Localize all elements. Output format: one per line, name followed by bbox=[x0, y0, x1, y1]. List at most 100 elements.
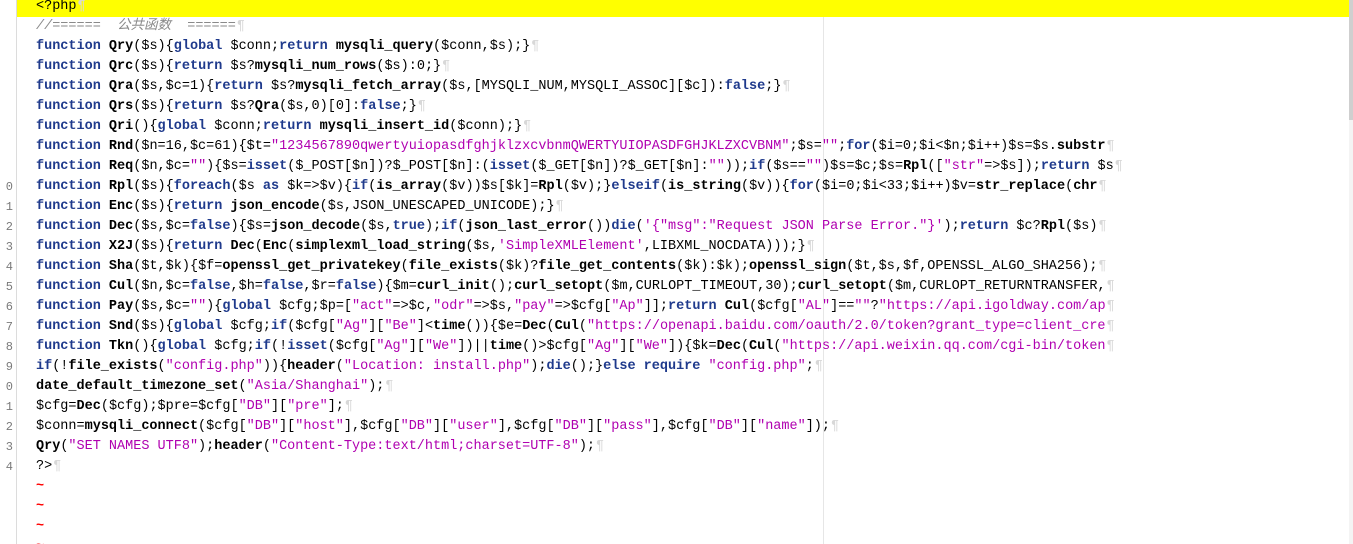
code-line[interactable]: function Rnd($n=16,$c=61){$t="1234567890… bbox=[17, 137, 1353, 157]
code-line[interactable]: function Pay($s,$c=""){global $cfg;$p=["… bbox=[17, 297, 1353, 317]
code-line[interactable]: $cfg=Dec($cfg);$pre=$cfg["DB"]["pre"];¶ bbox=[17, 397, 1353, 417]
code-token: time bbox=[489, 339, 523, 354]
code-line[interactable]: if(!file_exists("config.php")){header("L… bbox=[17, 357, 1353, 377]
code-token: function bbox=[36, 319, 109, 334]
code-token: $s bbox=[449, 79, 466, 94]
code-token: openssl_get_privatekey bbox=[222, 259, 401, 274]
code-token: ,LIBXML_NOCDATA)));} bbox=[643, 239, 806, 254]
code-token: ][ bbox=[279, 419, 296, 434]
code-token: return bbox=[279, 39, 336, 54]
code-token: false bbox=[335, 279, 377, 294]
code-token: ])? bbox=[368, 159, 393, 174]
code-token: $t bbox=[854, 259, 871, 274]
code-token: ( bbox=[578, 319, 588, 334]
code-token: ]= bbox=[522, 179, 539, 194]
code-token: $m bbox=[611, 279, 628, 294]
code-token: $cfg bbox=[279, 299, 312, 314]
code-token: $s bbox=[141, 59, 158, 74]
code-token: return bbox=[214, 79, 271, 94]
code-area[interactable]: <?php¶//====== 公共函数 ======¶ function Qry(… bbox=[17, 0, 1353, 544]
code-line[interactable]: function Cul($n,$c=false,$h=false,$r=fal… bbox=[17, 277, 1353, 297]
code-token: global bbox=[157, 119, 215, 134]
code-line[interactable]: function Qri(){global $conn;return mysql… bbox=[17, 117, 1353, 137]
code-token: chr bbox=[1073, 179, 1098, 194]
code-line[interactable]: function Snd($s){global $cfg;if($cfg["Ag… bbox=[17, 317, 1353, 337]
code-editor[interactable]: 012345678901234 <?php¶//====== 公共函数 ====… bbox=[0, 0, 1353, 544]
code-token: $c bbox=[408, 299, 425, 314]
code-line[interactable]: $conn=mysqli_connect($cfg["DB"]["host"],… bbox=[17, 417, 1353, 437]
code-token: ) bbox=[157, 59, 166, 74]
code-line[interactable]: function Tkn(){global $cfg;if(!isset($cf… bbox=[17, 337, 1353, 357]
code-token: $s bbox=[230, 59, 247, 74]
code-line[interactable]: function Req($n,$c=""){$s=isset($_POST[$… bbox=[17, 157, 1353, 177]
code-token: "config.php" bbox=[708, 359, 806, 374]
code-line[interactable]: Qry("SET NAMES UTF8");header("Content-Ty… bbox=[17, 437, 1353, 457]
code-token: { bbox=[165, 39, 174, 54]
code-token: ( bbox=[740, 179, 750, 194]
code-token: ( bbox=[157, 359, 166, 374]
code-token: "config.php" bbox=[165, 359, 263, 374]
line-number: 6 bbox=[5, 300, 13, 314]
code-token: { bbox=[189, 259, 199, 274]
code-token: =0; bbox=[894, 139, 920, 154]
code-token: $c bbox=[165, 279, 182, 294]
code-token: header bbox=[214, 439, 263, 454]
code-token: return bbox=[262, 119, 320, 134]
code-token: $s bbox=[489, 39, 506, 54]
code-token: { bbox=[165, 59, 174, 74]
code-token: ()> bbox=[522, 339, 547, 354]
code-token: $conn bbox=[457, 119, 498, 134]
code-token: "Location: install.php" bbox=[343, 359, 531, 374]
code-line[interactable]: function Dec($s,$c=false){$s=json_decode… bbox=[17, 217, 1353, 237]
end-of-line-marker: ¶ bbox=[806, 239, 815, 254]
code-token: "Ag" bbox=[335, 319, 369, 334]
code-token: == bbox=[789, 159, 806, 174]
code-token: =16, bbox=[157, 139, 190, 154]
scrollbar-thumb[interactable] bbox=[1349, 0, 1353, 120]
code-token: ( bbox=[262, 439, 271, 454]
code-token: ], bbox=[343, 419, 361, 434]
code-line[interactable]: function Sha($t,$k){$f=openssl_get_priva… bbox=[17, 257, 1353, 277]
code-token: ); bbox=[530, 359, 547, 374]
code-line[interactable]: //====== 公共函数 ======¶ bbox=[17, 17, 1353, 37]
code-token: = bbox=[967, 179, 976, 194]
code-line[interactable]: function Qrs($s){return $s?Qra($s,0)[0]:… bbox=[17, 97, 1353, 117]
code-line[interactable]: function Qry ($s){global $conn;return mys… bbox=[17, 37, 1353, 57]
code-line[interactable]: function X2J($s){return Dec(Enc(simplexm… bbox=[17, 237, 1353, 257]
code-line[interactable]: ?>¶ bbox=[17, 457, 1353, 477]
code-token: => bbox=[554, 299, 571, 314]
code-line[interactable]: date_default_timezone_set("Asia/Shanghai… bbox=[17, 377, 1353, 397]
code-token: ], bbox=[651, 419, 668, 434]
code-token: mysqli_query bbox=[335, 39, 434, 54]
code-token: json_decode bbox=[271, 219, 361, 234]
code-token: ; bbox=[838, 139, 847, 154]
line-number: 3 bbox=[5, 440, 13, 454]
code-token: ) bbox=[157, 179, 166, 194]
code-line[interactable]: function Enc($s){return json_encode($s,J… bbox=[17, 197, 1353, 217]
code-token: $i bbox=[878, 139, 895, 154]
code-token: $i bbox=[967, 139, 984, 154]
code-token: , bbox=[870, 259, 879, 274]
vertical-scrollbar[interactable] bbox=[1349, 0, 1353, 544]
code-token: $k bbox=[692, 339, 709, 354]
line-number: 4 bbox=[5, 460, 13, 474]
code-token: mysqli_insert_id bbox=[319, 119, 450, 134]
code-token: $_GET bbox=[627, 159, 669, 174]
code-token: () bbox=[133, 339, 150, 354]
code-token: Qra bbox=[108, 79, 134, 94]
code-line[interactable]: function Qra($s,$c=1){return $s?mysqli_f… bbox=[17, 77, 1353, 97]
code-token: $s bbox=[489, 299, 506, 314]
code-line[interactable]: <?php¶ bbox=[17, 0, 1353, 17]
code-token: ( bbox=[238, 379, 247, 394]
code-token: $c bbox=[1016, 219, 1033, 234]
code-token: ,CURLOPT_TIMEOUT,30); bbox=[627, 279, 798, 294]
code-token: $n bbox=[141, 159, 158, 174]
code-token: Enc bbox=[108, 199, 134, 214]
code-token: ); bbox=[578, 439, 596, 454]
code-line[interactable]: function Rpl($s){foreach($s as $k=>$v){i… bbox=[17, 177, 1353, 197]
code-line[interactable]: function Qrc($s){return $s?mysqli_num_ro… bbox=[17, 57, 1353, 77]
code-token: $v bbox=[449, 179, 466, 194]
code-token: ,[MYSQLI_NUM,MYSQLI_ASSOC][ bbox=[465, 79, 685, 94]
code-token: for bbox=[789, 179, 814, 194]
code-token: (! bbox=[52, 359, 69, 374]
